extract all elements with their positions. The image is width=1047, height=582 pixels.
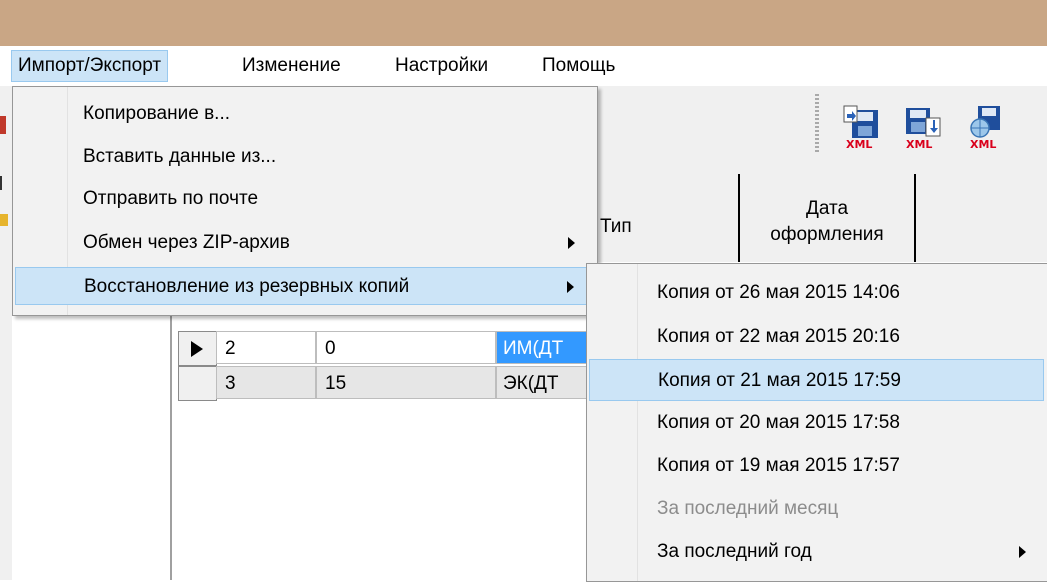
left-toolbar-strip	[0, 86, 12, 580]
menu-import-export[interactable]: Импорт/Экспорт	[11, 50, 169, 82]
table-row[interactable]: 3 15 ЭК(ДТ	[178, 366, 606, 401]
folder-tool-icon[interactable]	[0, 214, 8, 226]
cell-number[interactable]: 3	[216, 366, 316, 399]
menu-item-copy-to[interactable]: Копирование в...	[15, 95, 595, 133]
xml-network-icon[interactable]: XML	[966, 104, 1006, 152]
menu-item-label: Восстановление из резервных копий	[84, 276, 410, 297]
backup-item-selected[interactable]: Копия от 21 мая 2015 17:59	[589, 359, 1044, 401]
import-xml-icon[interactable]: XML	[842, 104, 882, 152]
title-bar	[0, 0, 1047, 46]
toolbar-grip[interactable]	[815, 94, 819, 154]
header-date-line2: оформления	[770, 224, 884, 245]
submenu-arrow-icon	[568, 237, 575, 249]
header-date-line1: Дата	[805, 198, 849, 219]
backup-item-label: Копия от 20 мая 2015 17:58	[657, 412, 900, 433]
xml-label: XML	[846, 138, 872, 151]
export-xml-icon[interactable]: XML	[904, 104, 944, 152]
backup-item[interactable]: Копия от 22 мая 2015 20:16	[589, 316, 1044, 358]
menu-item-label: Вставить данные из...	[83, 146, 277, 167]
menu-item-label: Копирование в...	[83, 103, 230, 124]
row-selector[interactable]	[178, 331, 217, 366]
backup-item[interactable]: Копия от 26 мая 2015 14:06	[589, 272, 1044, 314]
submenu-arrow-icon	[1019, 546, 1026, 558]
backup-item-label: Копия от 22 мая 2015 20:16	[657, 326, 900, 347]
backup-item[interactable]: Копия от 19 мая 2015 17:57	[589, 445, 1044, 487]
backup-item-last-month[interactable]: За последний месяц	[589, 488, 1044, 530]
menu-bar: Импорт/Экспорт Изменение Настройки Помощ…	[0, 46, 1047, 86]
backup-item-label: За последний год	[657, 541, 812, 562]
header-cell-date[interactable]: Дата оформления	[740, 174, 916, 262]
import-export-dropdown: Копирование в... Вставить данные из... О…	[12, 86, 598, 316]
toolbar: XML XML XML	[590, 86, 1047, 175]
row-selector[interactable]	[178, 366, 217, 401]
menu-item-restore-backup[interactable]: Восстановление из резервных копий	[15, 267, 595, 305]
backup-item-label: Копия от 21 мая 2015 17:59	[658, 370, 901, 391]
red-tool-icon[interactable]	[0, 116, 6, 134]
xml-label: XML	[970, 138, 996, 151]
cursor-tool-icon[interactable]	[0, 176, 2, 190]
backup-item[interactable]: Копия от 20 мая 2015 17:58	[589, 402, 1044, 444]
cell-value[interactable]: 15	[316, 366, 496, 399]
menu-item-label: Обмен через ZIP-архив	[83, 232, 290, 253]
backup-item-last-year[interactable]: За последний год	[589, 531, 1044, 573]
backup-item-label: За последний месяц	[657, 498, 839, 519]
table-row[interactable]: 2 0 ИМ(ДТ	[178, 331, 606, 366]
menu-help[interactable]: Помощь	[536, 51, 621, 81]
menu-item-send-mail[interactable]: Отправить по почте	[15, 180, 595, 218]
menu-item-label: Отправить по почте	[83, 188, 259, 209]
submenu-arrow-icon	[567, 281, 574, 293]
menu-edit[interactable]: Изменение	[236, 51, 347, 81]
backup-submenu: Копия от 26 мая 2015 14:06 Копия от 22 м…	[586, 263, 1047, 582]
cell-number[interactable]: 2	[216, 331, 316, 364]
menu-item-paste-from[interactable]: Вставить данные из...	[15, 138, 595, 176]
backup-item-label: Копия от 19 мая 2015 17:57	[657, 455, 900, 476]
header-type-label: Тип	[600, 216, 632, 237]
xml-label: XML	[906, 138, 932, 151]
menu-settings[interactable]: Настройки	[389, 51, 494, 81]
cell-value[interactable]: 0	[316, 331, 496, 364]
menu-item-zip-exchange[interactable]: Обмен через ZIP-архив	[15, 224, 595, 262]
current-row-arrow-icon	[191, 341, 203, 357]
backup-item-label: Копия от 26 мая 2015 14:06	[657, 282, 900, 303]
